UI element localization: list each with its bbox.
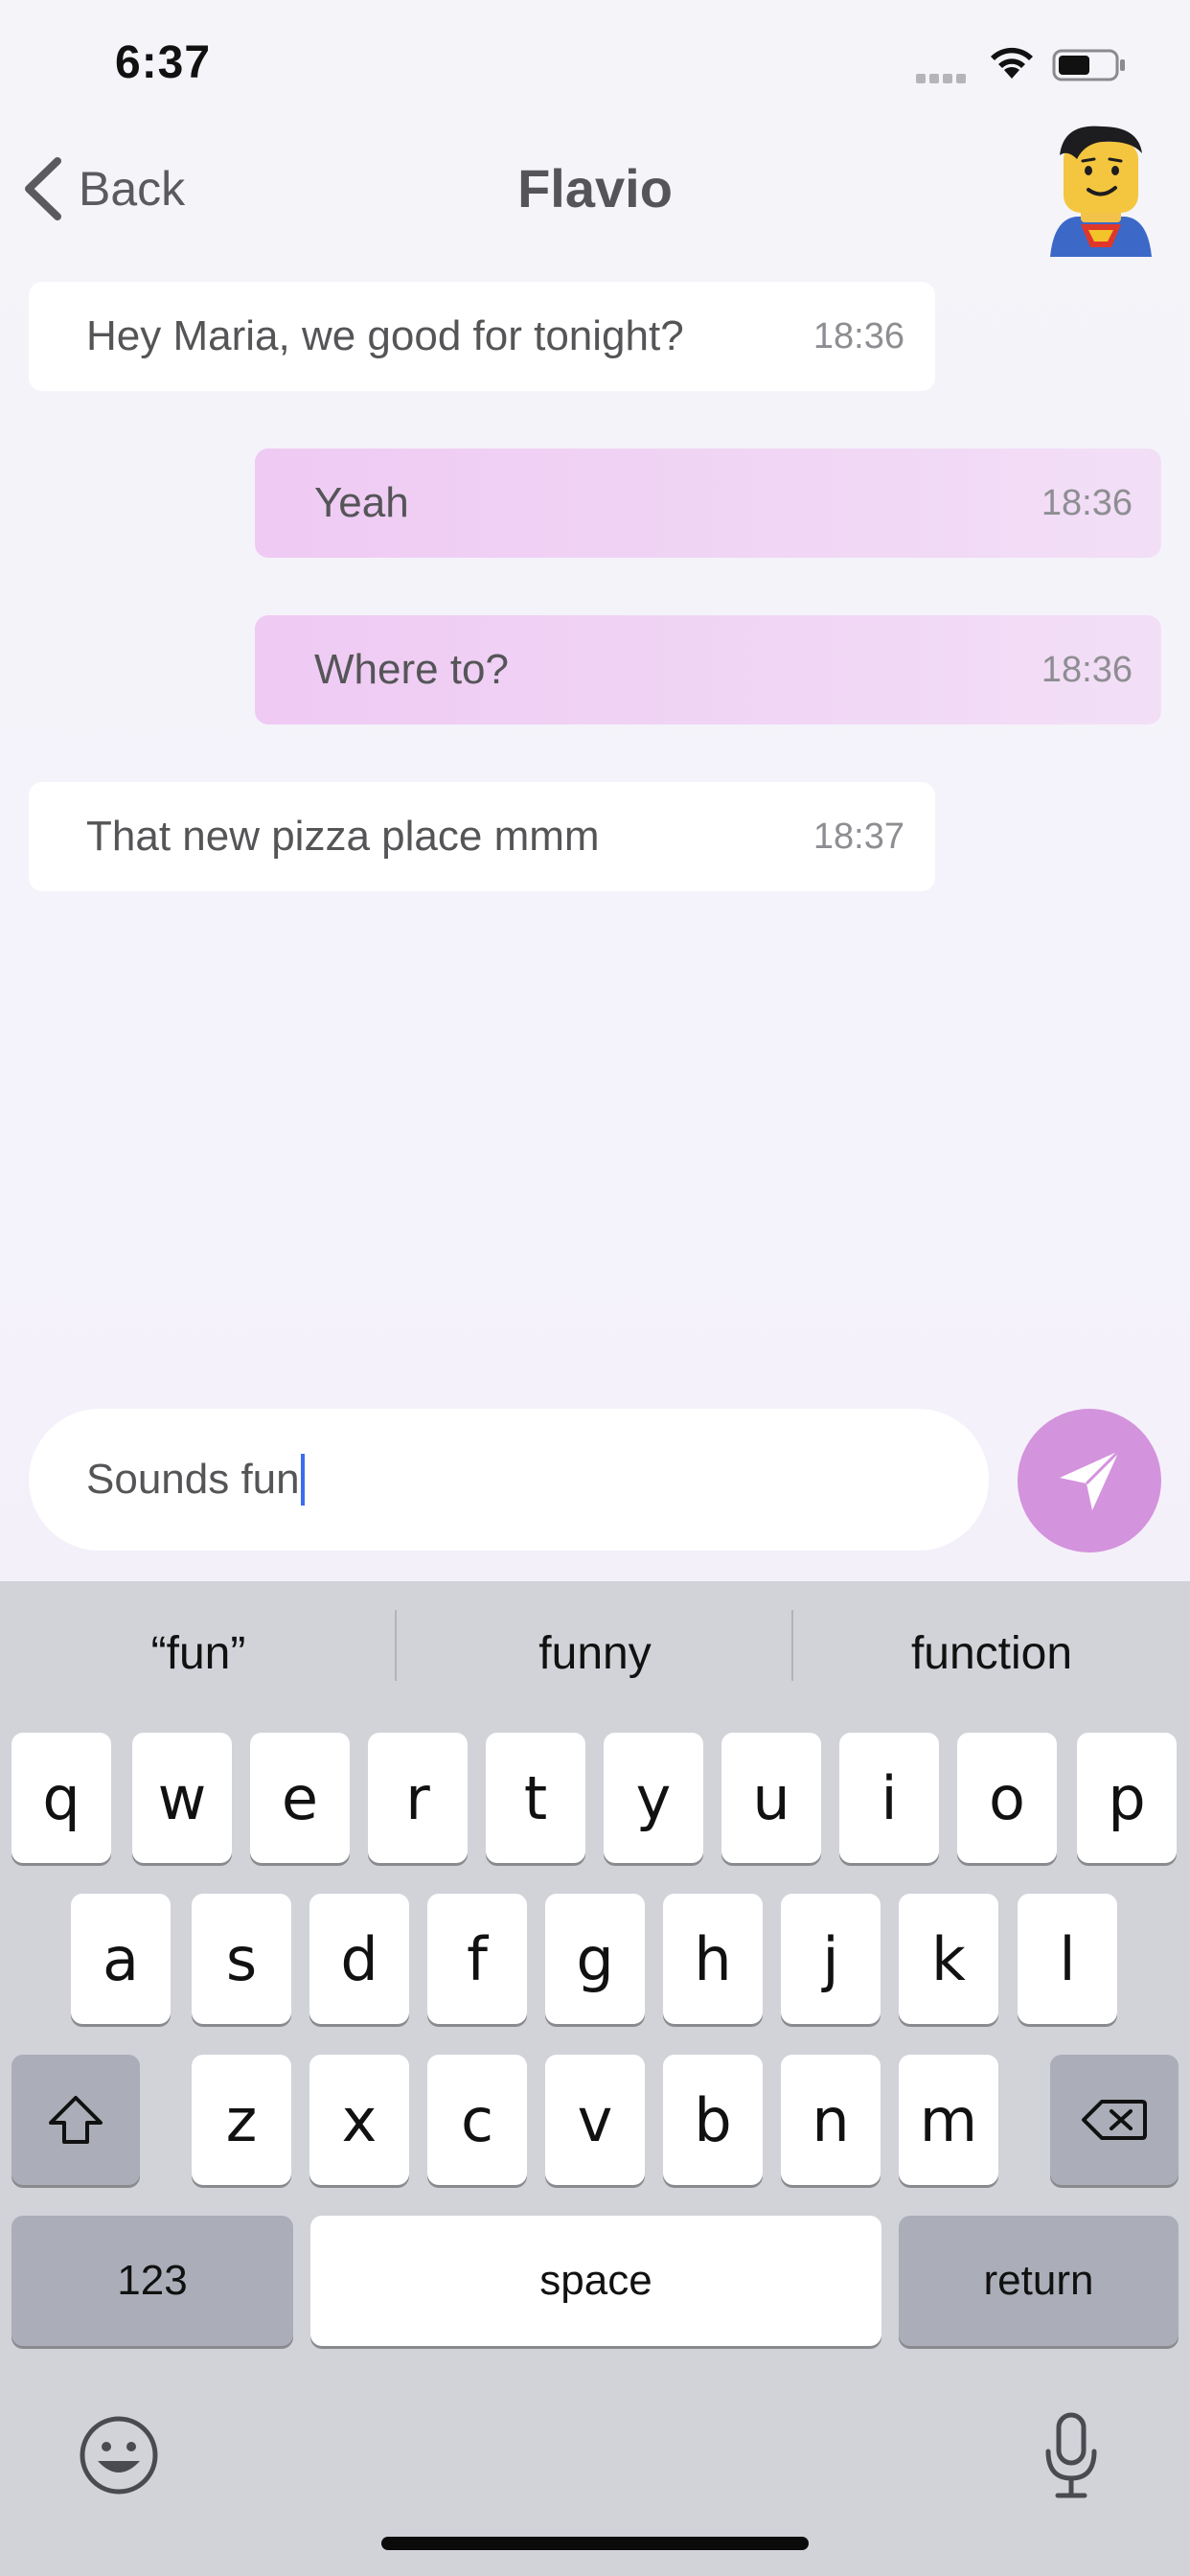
space-key[interactable]: space (310, 2216, 881, 2346)
status-time: 6:37 (115, 37, 212, 88)
shift-key[interactable] (11, 2055, 140, 2185)
key-t[interactable]: t (486, 1733, 585, 1863)
key-n[interactable]: n (781, 2055, 881, 2185)
key-w[interactable]: w (132, 1733, 232, 1863)
key-c[interactable]: c (427, 2055, 527, 2185)
message-bubble-incoming[interactable]: That new pizza place mmm 18:37 (29, 782, 935, 891)
suggestion-item[interactable]: function (793, 1581, 1190, 1725)
key-k[interactable]: k (899, 1894, 998, 2024)
key-g[interactable]: g (545, 1894, 645, 2024)
battery-icon (1052, 49, 1125, 81)
key-q[interactable]: q (11, 1733, 111, 1863)
send-button[interactable] (1018, 1409, 1161, 1552)
status-bar: 6:37 (0, 0, 1190, 128)
suggestion-bar: “fun” funny function (0, 1581, 1190, 1725)
key-u[interactable]: u (721, 1733, 821, 1863)
message-text: Hey Maria, we good for tonight? (86, 312, 684, 359)
signal-icon (916, 71, 970, 83)
key-l[interactable]: l (1018, 1894, 1117, 2024)
key-r[interactable]: r (368, 1733, 468, 1863)
message-time: 18:36 (1041, 482, 1133, 523)
key-o[interactable]: o (957, 1733, 1057, 1863)
numbers-key[interactable]: 123 (11, 2216, 293, 2346)
message-time: 18:37 (812, 816, 904, 857)
send-icon (1060, 1449, 1121, 1510)
return-key[interactable]: return (899, 2216, 1179, 2346)
key-b[interactable]: b (663, 2055, 763, 2185)
key-d[interactable]: d (309, 1894, 409, 2024)
keyboard: “fun” funny function q w e r t y u i o p… (0, 1581, 1190, 2576)
message-input-value: Sounds fun (86, 1456, 300, 1503)
key-a[interactable]: a (71, 1894, 171, 2024)
suggestion-item[interactable]: funny (397, 1581, 793, 1725)
key-e[interactable]: e (250, 1733, 350, 1863)
shift-icon (49, 2096, 103, 2144)
key-m[interactable]: m (899, 2055, 998, 2185)
suggestion-item[interactable]: “fun” (0, 1581, 397, 1725)
avatar[interactable] (1039, 121, 1163, 257)
backspace-icon (1082, 2100, 1147, 2140)
key-j[interactable]: j (781, 1894, 881, 2024)
message-bubble-outgoing[interactable]: Where to? 18:36 (255, 615, 1161, 724)
message-time: 18:36 (812, 315, 904, 356)
microphone-icon[interactable] (1042, 2411, 1100, 2499)
key-x[interactable]: x (309, 2055, 409, 2185)
message-text: Yeah (314, 479, 409, 526)
key-y[interactable]: y (604, 1733, 703, 1863)
key-p[interactable]: p (1077, 1733, 1177, 1863)
key-z[interactable]: z (192, 2055, 291, 2185)
key-f[interactable]: f (427, 1894, 527, 2024)
key-h[interactable]: h (663, 1894, 763, 2024)
page-title: Flavio (517, 158, 673, 218)
message-bubble-outgoing[interactable]: Yeah 18:36 (255, 448, 1161, 558)
key-v[interactable]: v (545, 2055, 645, 2185)
message-input[interactable]: Sounds fun (29, 1409, 989, 1551)
key-s[interactable]: s (192, 1894, 291, 2024)
message-text: Where to? (314, 646, 509, 693)
message-time: 18:36 (1041, 649, 1133, 690)
home-indicator[interactable] (381, 2537, 809, 2550)
message-bubble-incoming[interactable]: Hey Maria, we good for tonight? 18:36 (29, 282, 935, 391)
message-text: That new pizza place mmm (86, 813, 600, 860)
backspace-key[interactable] (1050, 2055, 1179, 2185)
emoji-icon[interactable] (79, 2415, 159, 2496)
wifi-icon (991, 47, 1033, 79)
text-caret (300, 1454, 305, 1506)
key-i[interactable]: i (839, 1733, 939, 1863)
